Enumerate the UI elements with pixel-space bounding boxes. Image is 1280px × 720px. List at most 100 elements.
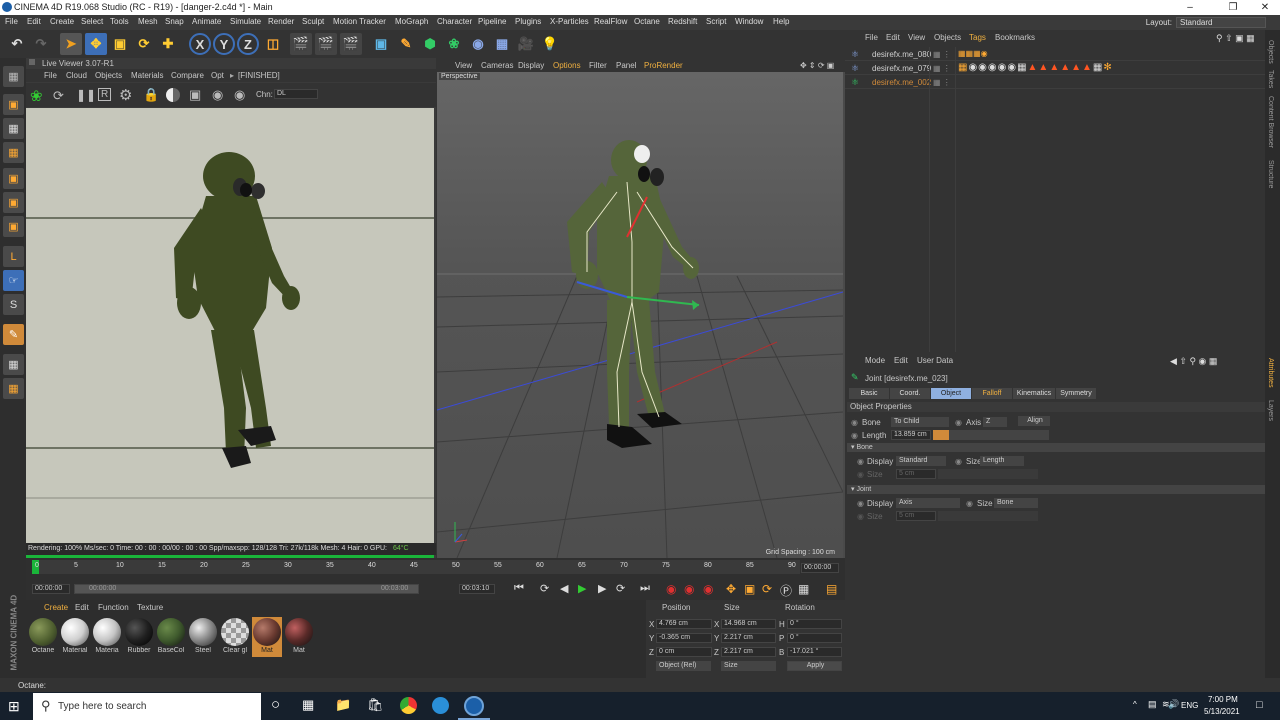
length-slider[interactable] xyxy=(933,430,1049,440)
cinema4d-taskbar-icon[interactable] xyxy=(464,696,484,716)
maximize-button[interactable]: ❐ xyxy=(1218,0,1248,15)
axis-dropdown[interactable]: Z xyxy=(983,417,1007,427)
recent-tool-icon[interactable]: ✚ xyxy=(157,33,179,55)
restart-render-icon[interactable]: ⟳ xyxy=(53,88,64,104)
make-editable-icon[interactable]: ▦ xyxy=(3,66,24,87)
material-swatch[interactable]: Rubber xyxy=(124,617,154,657)
radio-icon[interactable]: ◉ xyxy=(955,418,962,427)
radio-icon[interactable]: ◉ xyxy=(851,431,858,440)
joint-size-dropdown[interactable]: Bone xyxy=(994,498,1038,508)
menu-motion-tracker[interactable]: Motion Tracker xyxy=(333,17,386,26)
snap-icon[interactable]: S xyxy=(3,294,24,315)
play-icon[interactable]: ▶ xyxy=(578,582,586,595)
step-forward-icon[interactable]: ▶ xyxy=(598,582,606,595)
range-slider[interactable]: 00:00:00 00:03:00 xyxy=(74,584,419,594)
menu-create[interactable]: Create xyxy=(50,17,74,26)
end-time-field[interactable]: 00:03:10 xyxy=(459,584,495,594)
camera-icon[interactable]: 🎥 xyxy=(515,33,537,55)
radio-icon[interactable]: ◉ xyxy=(851,418,858,427)
object-row-selected[interactable]: ⚛ desirefx.me_002 ▦ ⋮ xyxy=(845,75,1265,89)
bone-size-dropdown[interactable]: Length xyxy=(980,456,1024,466)
bone-size-slider[interactable] xyxy=(938,469,1038,479)
menu-simulate[interactable]: Simulate xyxy=(230,17,261,26)
menu-plugins[interactable]: Plugins xyxy=(515,17,541,26)
tab-kinematics[interactable]: Kinematics xyxy=(1013,388,1055,399)
points-mode-icon[interactable]: ▣ xyxy=(3,168,24,189)
go-to-end-icon[interactable]: ⏭ xyxy=(640,582,650,595)
obj-menu-edit[interactable]: Edit xyxy=(886,33,900,42)
tray-chevron-icon[interactable]: ^ xyxy=(1133,700,1137,709)
chrome-icon[interactable] xyxy=(400,697,417,714)
radio-icon[interactable]: ◉ xyxy=(955,457,962,466)
minimize-button[interactable]: – xyxy=(1175,0,1205,15)
obj-search-icon[interactable]: ⚲ ⇧ ▣ ▦ xyxy=(1216,33,1255,44)
side-tab-content-browser[interactable]: Content Browser xyxy=(1267,96,1274,148)
pos-z-field[interactable]: 0 cm xyxy=(656,647,712,657)
attr-nav-icons[interactable]: ◀ ⇧ ⚲ ◉ ▦ xyxy=(1170,356,1217,367)
axis-mode-icon[interactable]: L xyxy=(3,246,24,267)
planar-workplane-icon[interactable]: ▦ xyxy=(3,378,24,399)
notifications-icon[interactable]: □ xyxy=(1256,699,1263,711)
vp-menu-panel[interactable]: Panel xyxy=(616,61,636,70)
radio-icon[interactable]: ◉ xyxy=(857,499,864,508)
z-axis-lock-icon[interactable]: Z xyxy=(237,33,259,55)
3d-viewport[interactable]: View Cameras Display Options Filter Pane… xyxy=(437,58,845,558)
joint-display-dropdown[interactable]: Axis xyxy=(896,498,960,508)
go-to-start-icon[interactable]: ⏮ xyxy=(514,582,524,595)
object-row[interactable]: ⚛ desirefx.me_079 ▦ ⋮ ▦◉◉◉◉◉▦▲▲▲▲▲▲▦✻ xyxy=(845,61,1265,75)
lv-menu-compare[interactable]: Compare xyxy=(171,71,204,80)
region-render-icon[interactable]: R xyxy=(98,88,112,101)
rot-h-field[interactable]: 0 ° xyxy=(787,619,842,629)
visibility-dots-icon[interactable]: ▦ ⋮ xyxy=(933,50,951,59)
lv-menu-materials[interactable]: Materials xyxy=(131,71,163,80)
joint-size-field[interactable]: 5 cm xyxy=(896,511,936,521)
material-swatch[interactable]: Material xyxy=(60,617,90,657)
length-field[interactable]: 13.859 cm xyxy=(891,430,931,440)
lv-menu-file[interactable]: File xyxy=(44,71,57,80)
align-button[interactable]: Align xyxy=(1018,416,1050,426)
vp-menu-options[interactable]: Options xyxy=(553,61,581,70)
store-icon[interactable]: 🛍 xyxy=(367,697,384,713)
workplane-icon[interactable]: ▦ xyxy=(3,142,24,163)
menu-redshift[interactable]: Redshift xyxy=(668,17,697,26)
rot-b-field[interactable]: -17.021 ° xyxy=(787,647,842,657)
bone-dropdown[interactable]: To Child xyxy=(891,417,949,427)
vp-menu-filter[interactable]: Filter xyxy=(589,61,607,70)
lv-settings-gear-icon[interactable]: ⚙ xyxy=(119,86,132,104)
network-icon[interactable]: ▤ xyxy=(1148,699,1157,710)
size-z-field[interactable]: 2.217 cm xyxy=(721,647,776,657)
y-axis-lock-icon[interactable]: Y xyxy=(213,33,235,55)
pick-focus-icon[interactable]: ▣ xyxy=(189,87,201,103)
key-position-icon[interactable]: ✥ xyxy=(726,582,736,596)
deformer-icon[interactable]: ◉ xyxy=(467,33,489,55)
channel-dropdown[interactable]: DL xyxy=(274,89,318,99)
radio-icon[interactable]: ◉ xyxy=(857,470,864,479)
close-button[interactable]: ✕ xyxy=(1250,0,1280,15)
coord-mode-dropdown[interactable]: Object (Rel) xyxy=(656,661,711,671)
clock-time[interactable]: 7:00 PM xyxy=(1208,695,1238,704)
floor-scene-icon[interactable]: ▦ xyxy=(491,33,513,55)
mat-menu-function[interactable]: Function xyxy=(98,603,129,612)
obj-menu-objects[interactable]: Objects xyxy=(934,33,961,42)
attr-menu-mode[interactable]: Mode xyxy=(865,356,885,365)
render-settings-icon[interactable]: 🎬 xyxy=(340,33,362,55)
tweak-mode-icon[interactable]: ☞ xyxy=(3,270,24,291)
material-swatch[interactable]: Steel xyxy=(188,617,218,657)
pos-x-field[interactable]: 4.769 cm xyxy=(656,619,712,629)
joint-size-slider[interactable] xyxy=(938,511,1038,521)
menu-pipeline[interactable]: Pipeline xyxy=(478,17,506,26)
size-x-field[interactable]: 14.968 cm xyxy=(721,619,776,629)
timeline-ruler[interactable]: 0 5 10 15 20 25 30 35 40 45 50 55 60 65 … xyxy=(32,560,800,574)
key-param-icon[interactable]: Ⓟ xyxy=(780,582,792,599)
paint-icon[interactable]: ✎ xyxy=(3,324,24,345)
menu-sculpt[interactable]: Sculpt xyxy=(302,17,324,26)
viewport-nav-icons[interactable]: ✥ ⇕ ⟳ ▣ xyxy=(800,61,834,70)
tab-symmetry[interactable]: Symmetry xyxy=(1056,388,1096,399)
language-indicator[interactable]: ENG xyxy=(1181,701,1198,710)
clay-mode-icon[interactable] xyxy=(166,88,180,102)
side-tab-attributes[interactable]: Attributes xyxy=(1267,358,1274,388)
material-swatch-selected[interactable]: Mat xyxy=(252,617,282,657)
material-swatch[interactable]: BaseCol xyxy=(156,617,186,657)
lv-menu-cloud[interactable]: Cloud xyxy=(66,71,87,80)
menu-window[interactable]: Window xyxy=(735,17,763,26)
